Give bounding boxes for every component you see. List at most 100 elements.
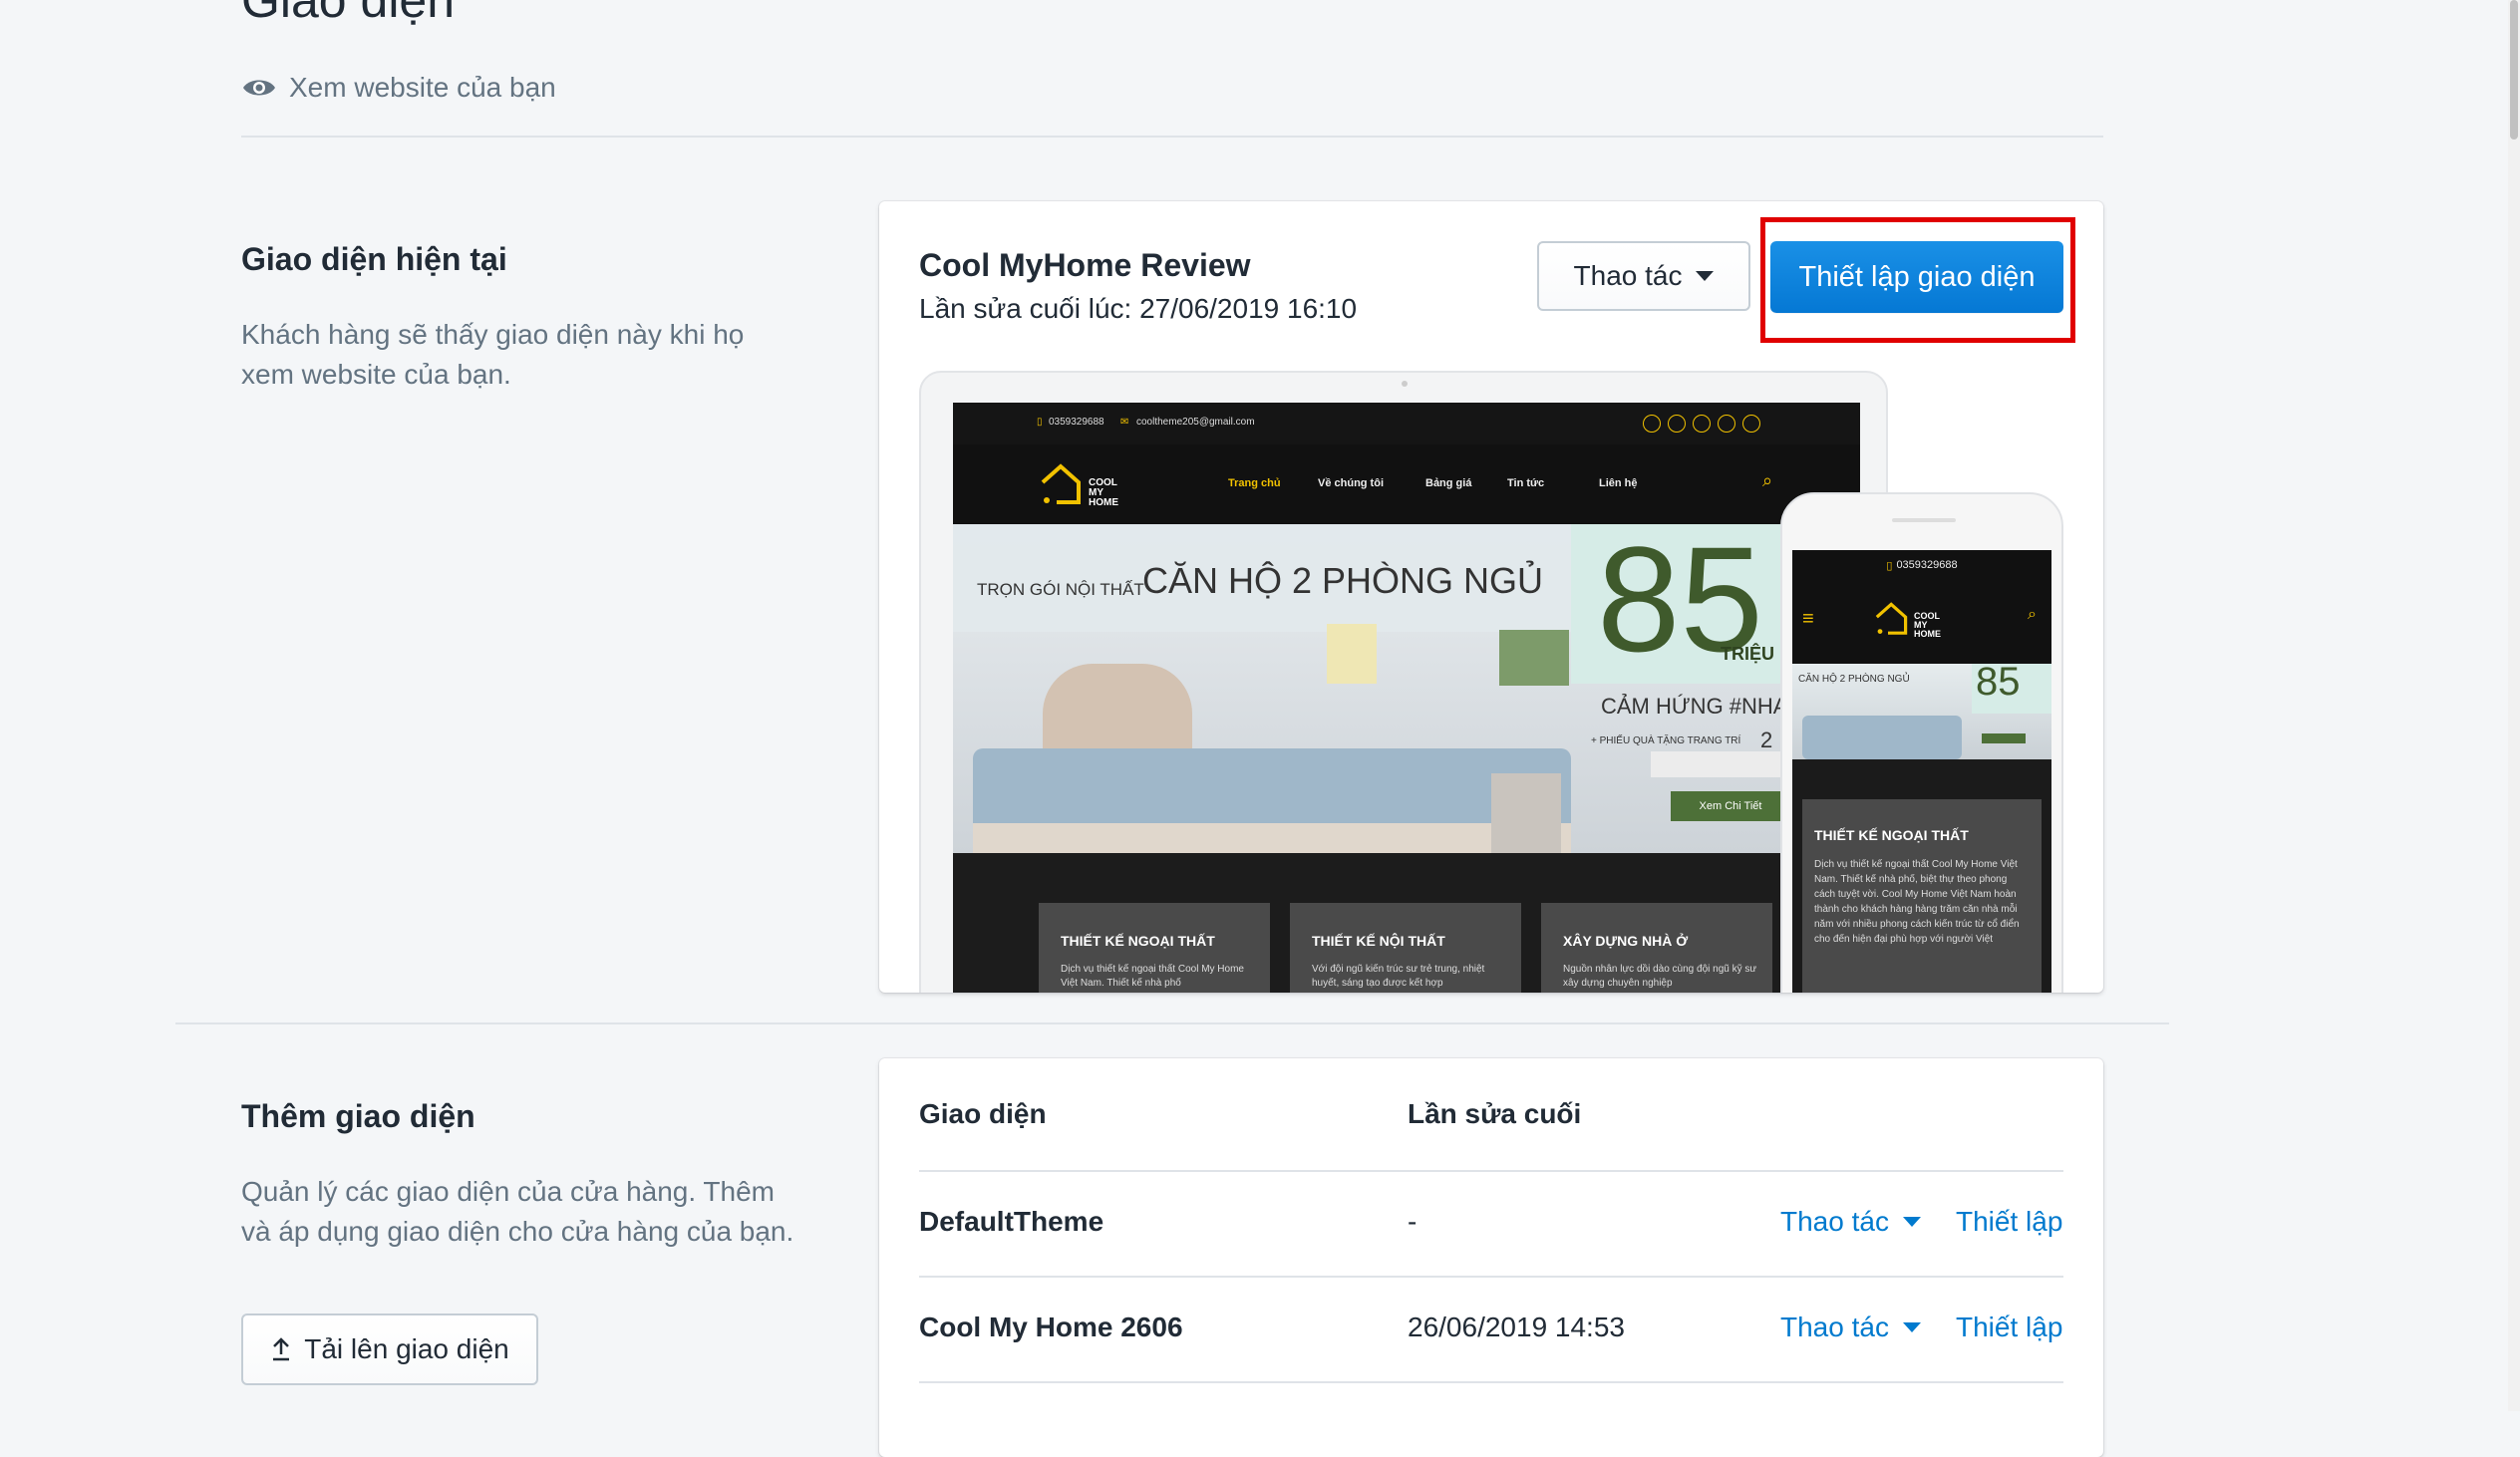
house-logo-icon: [1041, 463, 1081, 504]
table-row: DefaultTheme - Thao tác Thiết lập: [879, 1172, 2103, 1276]
mobile-hero-text: CĂN HỘ 2 PHÒNG NGỦ: [1798, 674, 1910, 685]
upload-icon: [273, 1337, 290, 1361]
preview-nav-about: Về chúng tôi: [1318, 477, 1384, 489]
preview-brand: COOL MY HOME: [1089, 477, 1118, 508]
row-actions-label: Thao tác: [1780, 1206, 1889, 1237]
theme-name: Cool My Home 2606: [919, 1311, 1183, 1342]
mobile-topbar: ▯ 0359329688: [1792, 550, 2051, 580]
service-tile-title: XÂY DỰNG NHÀ Ở: [1563, 933, 1689, 949]
mobile-navbar: ≡ COOL MY HOME ⌕: [1792, 580, 2051, 664]
hero-big-text: CĂN HỘ 2 PHÒNG NGỦ: [1142, 560, 1544, 601]
caret-down-icon: [1696, 271, 1715, 281]
current-theme-last-edited: Lần sửa cuối lúc: 27/06/2019 16:10: [919, 293, 1358, 324]
preview-nav-home: Trang chủ: [1228, 477, 1281, 489]
bed-frame: [973, 823, 1571, 853]
facebook-icon: [1643, 415, 1661, 433]
row-setup-link[interactable]: Thiết lập: [1956, 1311, 2062, 1343]
row-actions-dropdown[interactable]: Thao tác: [1780, 1206, 1921, 1238]
service-tile-title: THIẾT KẾ NỘI THẤT: [1312, 933, 1445, 949]
preview-hero: TRỌN GÓI NỘI THẤT CĂN HỘ 2 PHÒNG NGỦ 85 …: [953, 524, 1860, 853]
instagram-icon: [1718, 415, 1735, 433]
hero-cta: Xem Chi Tiết: [1671, 791, 1790, 821]
mobile-service-card: THIẾT KẾ NGOẠI THẤT Dịch vụ thiết kế ngo…: [1802, 799, 2042, 993]
mobile-card-title: THIẾT KẾ NGOẠI THẤT: [1814, 827, 1969, 843]
upload-label: Tải lên giao diện: [304, 1333, 509, 1364]
table-row: Cool My Home 2606 26/06/2019 14:53 Thao …: [879, 1278, 2103, 1381]
column-header-theme: Giao diện: [919, 1098, 1047, 1129]
phone-icon: ▯: [1886, 559, 1893, 572]
upload-theme-button[interactable]: Tải lên giao diện: [241, 1313, 538, 1385]
caret-down-icon: [1902, 1217, 1921, 1227]
preview-nav-contact: Liên hệ: [1599, 477, 1638, 489]
mobile-brand: COOL MY HOME: [1914, 611, 1941, 639]
service-tile-title: THIẾT KẾ NGOẠI THẤT: [1061, 933, 1215, 949]
phone-speaker: [1892, 518, 1956, 522]
phone-icon: ▯: [1037, 417, 1043, 428]
social-icons: [1643, 415, 1760, 433]
mobile-screen: ▯ 0359329688 ≡ COOL MY HOME ⌕ CĂN HỘ 2 P…: [1792, 550, 2051, 993]
current-theme-name: Cool MyHome Review: [919, 247, 1251, 283]
wall-art: [1327, 624, 1377, 684]
add-theme-description: Quản lý các giao diện của cửa hàng. Thêm…: [241, 1176, 794, 1247]
twitter-icon: [1668, 415, 1686, 433]
page-title: Giao diện: [241, 0, 456, 28]
hero-note: + PHIẾU QUÀ TẶNG TRANG TRÍ: [1591, 735, 1741, 746]
menu-icon: ≡: [1802, 608, 1814, 630]
highlight-box: [1760, 217, 2075, 343]
theme-last-edited: -: [1408, 1206, 1418, 1237]
row-divider: [919, 1381, 2063, 1383]
column-header-last-edited: Lần sửa cuối: [1408, 1098, 1582, 1129]
add-theme-title: Thêm giao diện: [241, 1098, 475, 1134]
mobile-card-text: Dịch vụ thiết kế ngoại thất Cool My Home…: [1814, 859, 2020, 945]
row-actions-dropdown[interactable]: Thao tác: [1780, 1311, 1921, 1343]
divider: [175, 1022, 2169, 1024]
hero-cta: [1982, 733, 2026, 743]
actions-label: Thao tác: [1573, 260, 1683, 291]
search-icon: ⌕: [2028, 606, 2037, 623]
eye-icon: [243, 80, 275, 96]
camera-dot: [1402, 381, 1408, 387]
divider: [241, 136, 2103, 138]
preview-phone: 0359329688: [1049, 417, 1104, 428]
current-theme-title: Giao diện hiện tại: [241, 241, 507, 277]
caret-down-icon: [1902, 1322, 1921, 1332]
service-tile: THIẾT KẾ NỘI THẤT Với đội ngũ kiến trúc …: [1290, 903, 1521, 993]
service-tile-text: Dịch vụ thiết kế ngoại thất Cool My Home…: [1061, 964, 1244, 989]
bed: [1802, 716, 1962, 759]
nightstand: [1491, 773, 1561, 853]
preview-services: THIẾT KẾ NGOẠI THẤT Dịch vụ thiết kế ngo…: [953, 853, 1860, 993]
view-website-label: Xem website của bạn: [289, 72, 556, 103]
preview-topbar: ▯ 0359329688 ✉ cooltheme205@gmail.com: [953, 403, 1860, 444]
search-icon: ⌕: [1762, 470, 1773, 490]
actions-dropdown-button[interactable]: Thao tác: [1537, 241, 1750, 311]
scrollbar[interactable]: [2508, 0, 2520, 1411]
preview-email: cooltheme205@gmail.com: [1136, 417, 1255, 428]
preview-screen: ▯ 0359329688 ✉ cooltheme205@gmail.com CO…: [953, 403, 1860, 993]
mobile-body: THIẾT KẾ NGOẠI THẤT Dịch vụ thiết kế ngo…: [1792, 759, 2051, 993]
view-website-link[interactable]: Xem website của bạn: [241, 72, 556, 104]
preview-nav-pricing: Bảng giá: [1425, 477, 1472, 489]
mobile-hero: CĂN HỘ 2 PHÒNG NGỦ 85: [1792, 664, 2051, 759]
hero-price-unit: TRIỆU: [1721, 644, 1774, 664]
service-tile: XÂY DỰNG NHÀ Ở Nguồn nhân lực dồi dào cù…: [1541, 903, 1772, 993]
wall-photo: [1499, 630, 1569, 686]
hero-small-text: TRỌN GÓI NỘI THẤT: [977, 580, 1144, 599]
preview-navbar: COOL MY HOME Trang chủ Về chúng tôi Bảng…: [953, 444, 1860, 524]
theme-name: DefaultTheme: [919, 1206, 1104, 1237]
scrollbar-thumb[interactable]: [2510, 0, 2518, 140]
current-theme-description: Khách hàng sẽ thấy giao diện này khi họ …: [241, 319, 745, 390]
google-icon: [1693, 415, 1711, 433]
row-setup-link[interactable]: Thiết lập: [1956, 1206, 2062, 1238]
themes-table-card: Giao diện Lần sửa cuối DefaultTheme - Th…: [879, 1058, 2103, 1457]
hero-note-number: 2: [1760, 728, 1773, 752]
hero-tag: CẢM HỨNG #NHA: [1601, 694, 1788, 719]
mobile-preview: ▯ 0359329688 ≡ COOL MY HOME ⌕ CĂN HỘ 2 P…: [1780, 492, 2063, 993]
service-tile-text: Với đội ngũ kiến trúc sư trẻ trung, nhiệ…: [1312, 964, 1485, 989]
service-tile-text: Nguồn nhân lực dồi dào cùng đội ngũ kỹ s…: [1563, 964, 1757, 989]
house-logo-icon: [1875, 602, 1908, 635]
theme-last-edited: 26/06/2019 14:53: [1408, 1311, 1625, 1342]
mobile-hero-price: 85: [1976, 664, 2021, 704]
youtube-icon: [1742, 415, 1760, 433]
desktop-preview: ▯ 0359329688 ✉ cooltheme205@gmail.com CO…: [919, 371, 1888, 993]
row-actions-label: Thao tác: [1780, 1311, 1889, 1342]
